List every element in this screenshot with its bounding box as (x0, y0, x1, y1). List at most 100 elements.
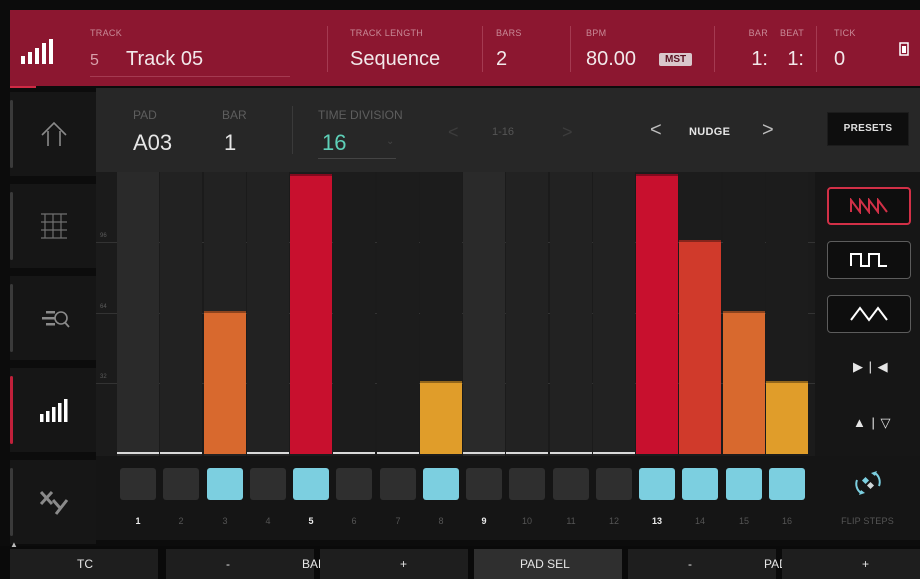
sidebar-edge-active (10, 376, 13, 444)
track-field-underline (90, 76, 290, 77)
velocity-graph[interactable]: 96 64 32 (96, 172, 815, 456)
empty-step-line-2 (160, 452, 202, 454)
step-column[interactable] (506, 172, 548, 456)
home-icon (38, 118, 70, 150)
step-column[interactable] (160, 172, 202, 456)
header-divider (714, 26, 715, 72)
step-button-13[interactable] (639, 468, 675, 500)
sidebar-edge (10, 468, 13, 536)
nudge-right-button[interactable]: > (762, 119, 774, 142)
tick-position-field[interactable]: TICK 0 (834, 10, 874, 86)
triangle-wave-icon (850, 306, 888, 322)
track-field[interactable]: TRACK 5 Track 05 (90, 10, 310, 86)
step-number: 14 (694, 516, 705, 526)
bars-field[interactable]: BARS 2 (496, 10, 556, 86)
step-button-1[interactable] (120, 468, 156, 500)
bar-plus-label: + (400, 557, 408, 571)
sidebar-item-home[interactable] (10, 92, 96, 176)
step-button-6[interactable] (336, 468, 372, 500)
tc-button[interactable]: TC (10, 549, 158, 579)
step-column[interactable] (377, 172, 419, 456)
step-column[interactable] (463, 172, 505, 456)
step-button-5[interactable] (293, 468, 329, 500)
step-column[interactable] (117, 172, 159, 456)
step-number: 7 (395, 516, 401, 526)
header-bar: TRACK 5 Track 05 TRACK LENGTH Sequence B… (10, 10, 920, 86)
square-shape-button[interactable] (827, 241, 911, 279)
step-button-15[interactable] (726, 468, 762, 500)
sidebar-item-xy[interactable] (10, 460, 96, 544)
bpm-label: BPM (586, 28, 607, 38)
step-button-16[interactable] (769, 468, 805, 500)
bar-position-field[interactable]: BAR 1: (728, 10, 768, 86)
velocity-bar-step-5[interactable] (290, 174, 332, 454)
velocity-bar-step-16[interactable] (766, 381, 808, 454)
velocity-bar-step-15[interactable] (723, 311, 765, 454)
tc-label: TC (77, 557, 93, 571)
bpm-value: 80.00 (586, 48, 637, 70)
range-next-button[interactable]: > (562, 122, 573, 143)
velocity-bar-cap (636, 174, 678, 176)
sidebar-item-track-zoom[interactable] (10, 276, 96, 360)
velocity-bar-cap (204, 311, 246, 313)
step-number: 5 (308, 516, 314, 526)
pad-value[interactable]: A03 (133, 130, 172, 156)
step-button-8[interactable] (423, 468, 459, 500)
step-button-12[interactable] (596, 468, 632, 500)
sidebar-item-grid[interactable] (10, 184, 96, 268)
velocity-bar-step-14[interactable] (679, 240, 721, 454)
gridline-label: 64 (100, 304, 107, 310)
step-button-11[interactable] (553, 468, 589, 500)
velocity-bar-cap (420, 381, 462, 383)
presets-button[interactable]: PRESETS (827, 112, 909, 146)
velocity-mode-icon[interactable] (20, 38, 54, 66)
sidebar-item-velocity[interactable] (10, 368, 96, 452)
step-button-7[interactable] (380, 468, 416, 500)
bpm-field[interactable]: BPM 80.00 (586, 10, 726, 86)
step-number: 8 (438, 516, 444, 526)
step-button-2[interactable] (163, 468, 199, 500)
shape-tools-panel: ▶ | ◀ ▲ | ▽ (815, 172, 920, 456)
track-zoom-icon (38, 302, 70, 334)
pad-decrement-button[interactable]: - PAD (628, 549, 788, 579)
nudge-left-button[interactable]: < (650, 119, 662, 142)
step-button-4[interactable] (250, 468, 286, 500)
track-label: TRACK (90, 28, 123, 38)
master-tempo-badge[interactable]: MST (659, 53, 693, 66)
pad-sel-button[interactable]: PAD SEL (474, 549, 622, 579)
range-prev-button[interactable]: < (448, 122, 459, 143)
velocity-bar-step-3[interactable] (204, 311, 246, 454)
empty-step-line-7 (377, 452, 419, 454)
step-number: 16 (781, 516, 792, 526)
step-column[interactable] (550, 172, 592, 456)
triangle-shape-button[interactable] (827, 295, 911, 333)
pad-increment-button[interactable]: + (782, 549, 920, 579)
velocity-bar-step-13[interactable] (636, 174, 678, 454)
step-column[interactable] (593, 172, 635, 456)
step-number: 9 (481, 516, 487, 526)
flip-horizontal-button[interactable]: ▶ | ◀ (853, 359, 889, 375)
step-button-10[interactable] (509, 468, 545, 500)
step-button-9[interactable] (466, 468, 502, 500)
empty-step-line-11 (550, 452, 592, 454)
velocity-bar-step-8[interactable] (420, 381, 462, 454)
square-wave-icon (850, 253, 887, 267)
bar-decrement-button[interactable]: - BAR (166, 549, 327, 579)
flip-vertical-button[interactable]: ▲ | ▽ (853, 415, 891, 431)
time-division-underline (318, 158, 396, 159)
step-button-3[interactable] (207, 468, 243, 500)
flip-steps-panel[interactable]: FLIP STEPS (815, 456, 920, 540)
sawtooth-shape-button[interactable] (827, 187, 911, 225)
bar-increment-button[interactable]: + (320, 549, 468, 579)
empty-step-line-4 (247, 452, 289, 454)
time-division-value[interactable]: 16 (322, 130, 346, 156)
step-column[interactable] (247, 172, 289, 456)
subheader-divider (292, 106, 293, 154)
bar-minus-label: - (226, 557, 230, 571)
step-column[interactable] (333, 172, 375, 456)
step-button-14[interactable] (682, 468, 718, 500)
pad-settings-bar: PAD A03 BAR 1 TIME DIVISION 16 ⌄ < 1-16 … (96, 88, 920, 172)
bar-value[interactable]: 1 (224, 130, 236, 156)
track-length-field[interactable]: TRACK LENGTH Sequence (350, 10, 470, 86)
beat-position-field[interactable]: BEAT 1: (770, 10, 804, 86)
